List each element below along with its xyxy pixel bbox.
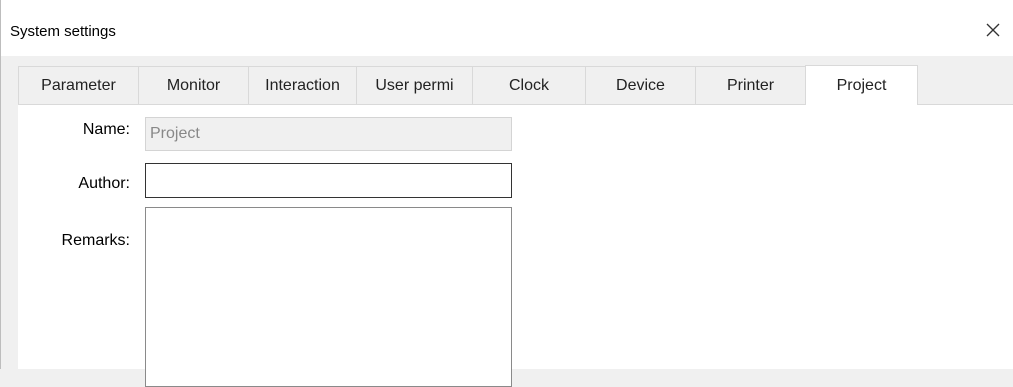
window-title: System settings xyxy=(10,23,116,40)
tab-label: Interaction xyxy=(265,76,340,94)
tab-interaction[interactable]: Interaction xyxy=(248,66,357,104)
tab-label: Clock xyxy=(508,76,549,94)
tab-printer[interactable]: Printer xyxy=(695,66,806,104)
title-bar: System settings xyxy=(1,0,1013,56)
tab-label: Printer xyxy=(726,76,775,94)
tab-label: Project xyxy=(836,76,887,94)
tab-label: Monitor xyxy=(166,76,221,94)
name-field[interactable] xyxy=(145,117,512,151)
author-label: Author: xyxy=(78,175,130,192)
project-panel: Name: Author: Remarks: xyxy=(18,104,1013,387)
close-icon xyxy=(986,23,1000,37)
tab-project[interactable]: Project xyxy=(805,65,918,105)
tab-monitor[interactable]: Monitor xyxy=(138,66,249,104)
tab-clock[interactable]: Clock xyxy=(472,66,586,104)
tab-bar: Parameter Monitor Interaction User permi… xyxy=(18,65,1013,105)
tab-user-permissions[interactable]: User permi xyxy=(356,66,473,104)
remarks-label: Remarks: xyxy=(61,232,130,249)
tab-label: Parameter xyxy=(41,76,116,94)
name-label: Name: xyxy=(82,121,130,138)
tab-label: User permi xyxy=(375,76,454,94)
remarks-field[interactable] xyxy=(145,207,512,387)
author-field[interactable] xyxy=(145,163,512,198)
tab-device[interactable]: Device xyxy=(585,66,696,104)
settings-dialog: System settings Parameter Monitor Intera… xyxy=(0,0,1013,387)
tab-label: Device xyxy=(616,76,665,94)
close-button[interactable] xyxy=(973,14,1013,46)
tab-parameter[interactable]: Parameter xyxy=(18,66,139,104)
